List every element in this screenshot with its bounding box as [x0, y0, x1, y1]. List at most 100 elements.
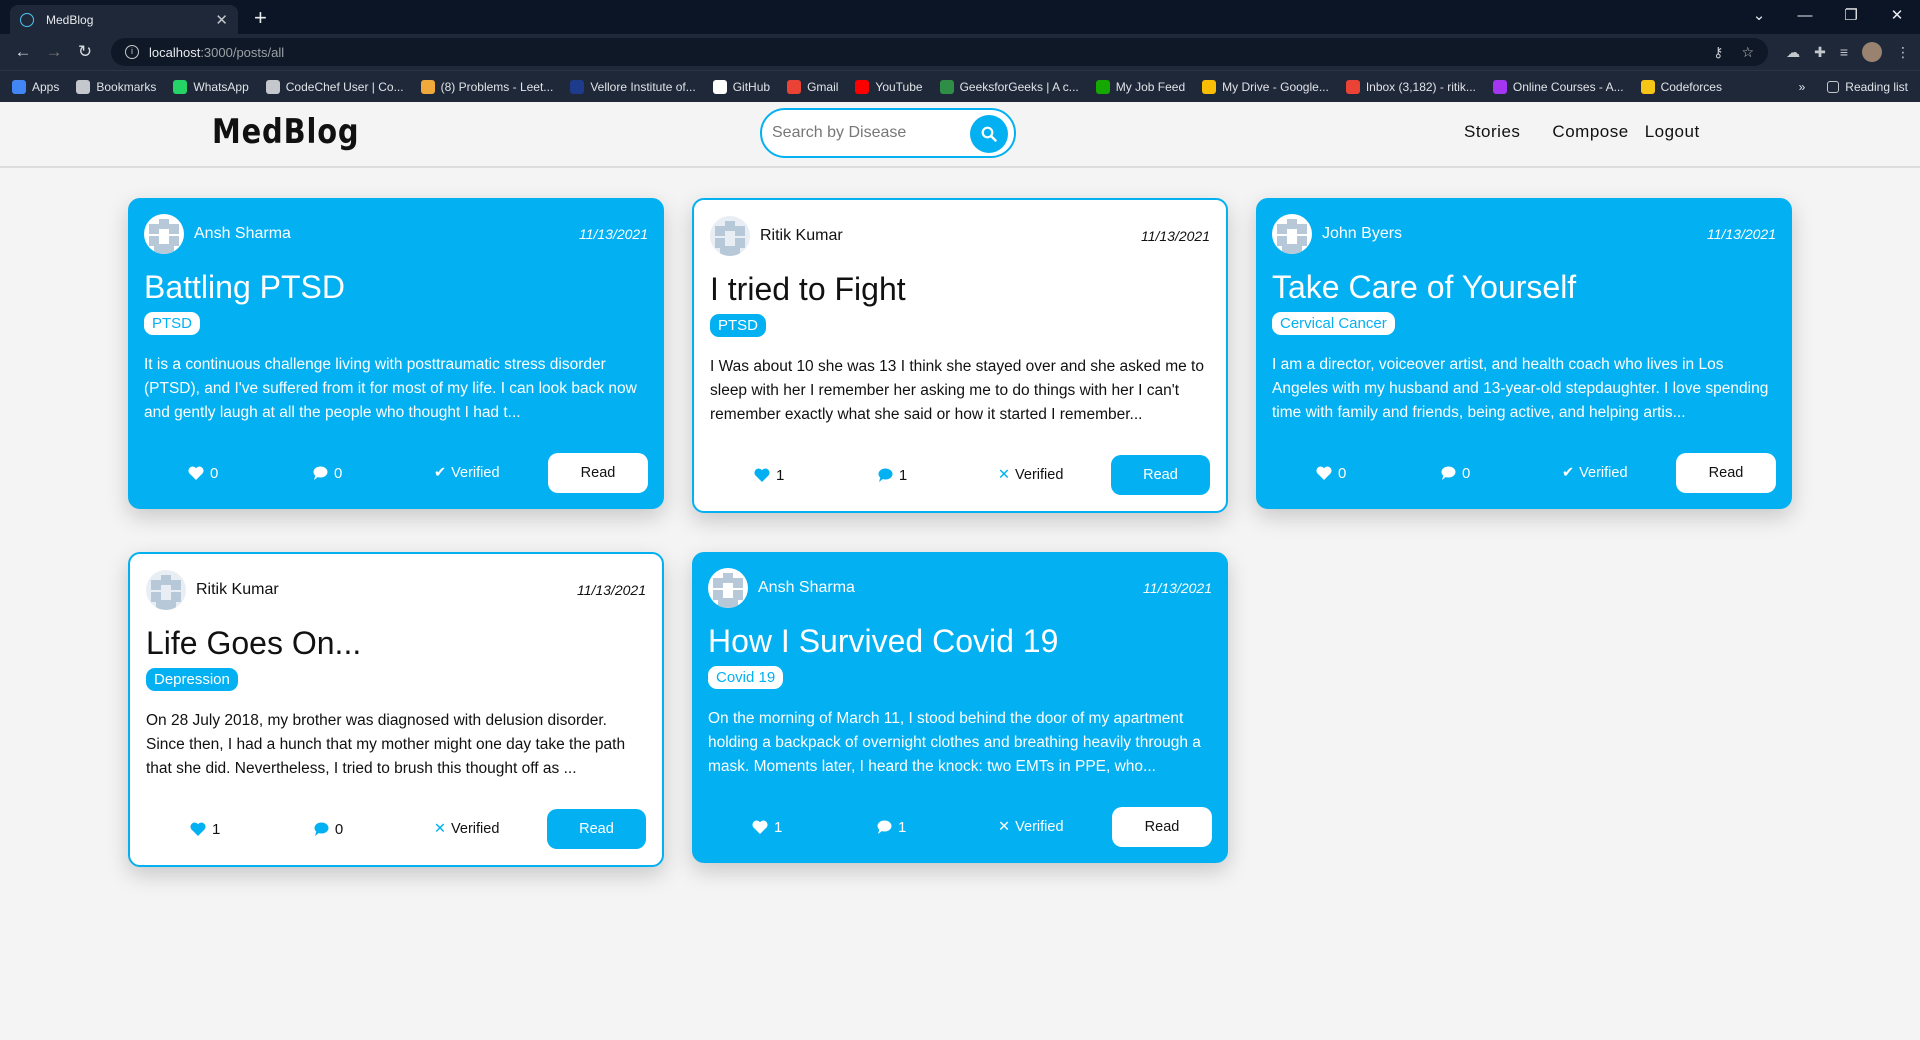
check-icon: ✔ [434, 465, 447, 481]
comment-icon [878, 468, 893, 482]
back-button[interactable]: ← [10, 42, 36, 62]
browser-tab[interactable]: MedBlog ✕ [10, 5, 238, 34]
post-date: 11/13/2021 [1706, 226, 1776, 242]
bookmark-item[interactable]: My Job Feed [1095, 79, 1186, 94]
restore-button[interactable]: ❐ [1828, 6, 1874, 24]
extensions-icon[interactable]: ✚ [1814, 44, 1826, 61]
bookmark-label: YouTube [875, 79, 923, 94]
post-card: Ansh Sharma 11/13/2021 How I Survived Co… [692, 552, 1228, 863]
disease-tag[interactable]: PTSD [710, 314, 767, 337]
bookmark-item[interactable]: YouTube [855, 79, 923, 94]
bookmark-item[interactable]: (8) Problems - Leet... [420, 79, 553, 94]
post-date: 11/13/2021 [576, 582, 646, 598]
bookmark-icon [712, 79, 727, 94]
nav-logout[interactable]: Logout [1645, 122, 1700, 142]
bookmark-item[interactable]: Gmail [787, 79, 838, 94]
url-path: :3000/posts/all [200, 44, 285, 60]
bookmark-icon [76, 79, 91, 94]
menu-icon[interactable]: ⋮ [1896, 44, 1910, 61]
verified-status: ✕ Verified [434, 821, 547, 837]
read-button[interactable]: Read [1110, 455, 1210, 495]
profile-avatar[interactable] [1862, 42, 1882, 62]
post-date: 11/13/2021 [1140, 228, 1210, 244]
close-window-button[interactable]: ✕ [1874, 6, 1920, 24]
minimize-button[interactable]: — [1782, 7, 1828, 24]
like-count: 0 [210, 464, 219, 482]
comment-button[interactable]: 0 [313, 821, 434, 838]
like-count: 1 [212, 820, 221, 838]
bookmark-label: Online Courses - A... [1512, 79, 1624, 94]
cloud-extension-icon[interactable]: ☁ [1786, 44, 1800, 61]
like-button[interactable]: 0 [188, 465, 312, 482]
bookmark-item[interactable]: CodeChef User | Co... [265, 79, 404, 94]
bookmark-item[interactable]: Online Courses - A... [1492, 79, 1624, 94]
verified-status: ✕ Verified [998, 467, 1111, 483]
read-button[interactable]: Read [1112, 807, 1212, 847]
bookmark-label: Codeforces [1660, 79, 1722, 94]
comment-button[interactable]: 0 [312, 465, 434, 482]
like-button[interactable]: 1 [190, 821, 313, 838]
window-controls: ⌄ — ❐ ✕ [1736, 0, 1920, 30]
bookmark-item[interactable]: WhatsApp [173, 79, 249, 94]
reading-list[interactable]: Reading list [1827, 80, 1908, 94]
reload-button[interactable]: ↻ [72, 42, 98, 62]
comment-count: 1 [898, 466, 908, 484]
star-icon[interactable]: ☆ [1742, 44, 1755, 61]
bookmark-item[interactable]: Codeforces [1640, 79, 1722, 94]
comment-icon [1441, 466, 1456, 480]
more-bookmarks-icon[interactable]: » [1799, 80, 1806, 94]
comment-icon [314, 822, 329, 836]
search-input[interactable] [772, 124, 962, 142]
search-box [760, 108, 1016, 158]
read-button[interactable]: Read [546, 809, 646, 849]
like-count: 1 [776, 466, 785, 484]
brand-logo[interactable]: MedBlog [212, 112, 359, 152]
media-icon[interactable]: ≡ [1840, 44, 1848, 60]
bookmark-item[interactable]: Bookmarks [76, 79, 156, 94]
read-button[interactable]: Read [1676, 453, 1776, 493]
disease-tag[interactable]: Covid 19 [708, 666, 784, 689]
key-icon[interactable]: ⚷ [1713, 44, 1723, 61]
disease-tag[interactable]: PTSD [144, 312, 201, 335]
heart-icon [190, 822, 206, 836]
post-card: Ritik Kumar 11/13/2021 Life Goes On... D… [128, 552, 664, 867]
post-title: Life Goes On... [146, 625, 362, 661]
bookmark-icon [570, 79, 585, 94]
read-button[interactable]: Read [548, 453, 648, 493]
close-tab-icon[interactable]: ✕ [215, 11, 228, 29]
nav-compose[interactable]: Compose [1552, 122, 1628, 142]
like-count: 1 [774, 818, 783, 836]
heart-icon [752, 820, 768, 834]
comment-count: 0 [334, 820, 344, 838]
forward-button[interactable]: → [41, 42, 67, 62]
search-button[interactable] [970, 115, 1008, 153]
bookmark-label: CodeChef User | Co... [285, 79, 404, 94]
disease-tag[interactable]: Cervical Cancer [1272, 312, 1395, 335]
bookmark-item[interactable]: GitHub [712, 79, 770, 94]
bookmark-label: My Job Feed [1115, 79, 1186, 94]
site-info-icon[interactable]: i [125, 45, 139, 59]
comment-button[interactable]: 0 [1440, 465, 1562, 482]
bookmark-label: GeeksforGeeks | A c... [959, 79, 1079, 94]
bookmark-label: Vellore Institute of... [590, 79, 696, 94]
like-button[interactable]: 1 [752, 819, 876, 836]
comment-button[interactable]: 1 [876, 819, 998, 836]
bookmark-item[interactable]: Vellore Institute of... [570, 79, 696, 94]
tab-title: MedBlog [46, 12, 94, 27]
bookmark-item[interactable]: Apps [12, 79, 59, 94]
bookmark-item[interactable]: Inbox (3,182) - ritik... [1345, 79, 1476, 94]
like-button[interactable]: 0 [1316, 465, 1440, 482]
disease-tag[interactable]: Depression [146, 668, 238, 691]
like-button[interactable]: 1 [754, 467, 877, 484]
comment-button[interactable]: 1 [877, 467, 998, 484]
address-bar[interactable]: i localhost:3000/posts/all ⚷ ☆ [111, 38, 1769, 66]
bookmark-item[interactable]: My Drive - Google... [1202, 79, 1329, 94]
bookmark-icon [855, 79, 870, 94]
comment-count: 0 [1462, 464, 1471, 482]
heart-icon [754, 468, 770, 482]
new-tab-button[interactable]: + [254, 5, 267, 31]
nav-stories[interactable]: Stories [1464, 122, 1520, 142]
comment-count: 0 [334, 464, 343, 482]
bookmark-item[interactable]: GeeksforGeeks | A c... [939, 79, 1079, 94]
tab-search-icon[interactable]: ⌄ [1736, 6, 1782, 24]
